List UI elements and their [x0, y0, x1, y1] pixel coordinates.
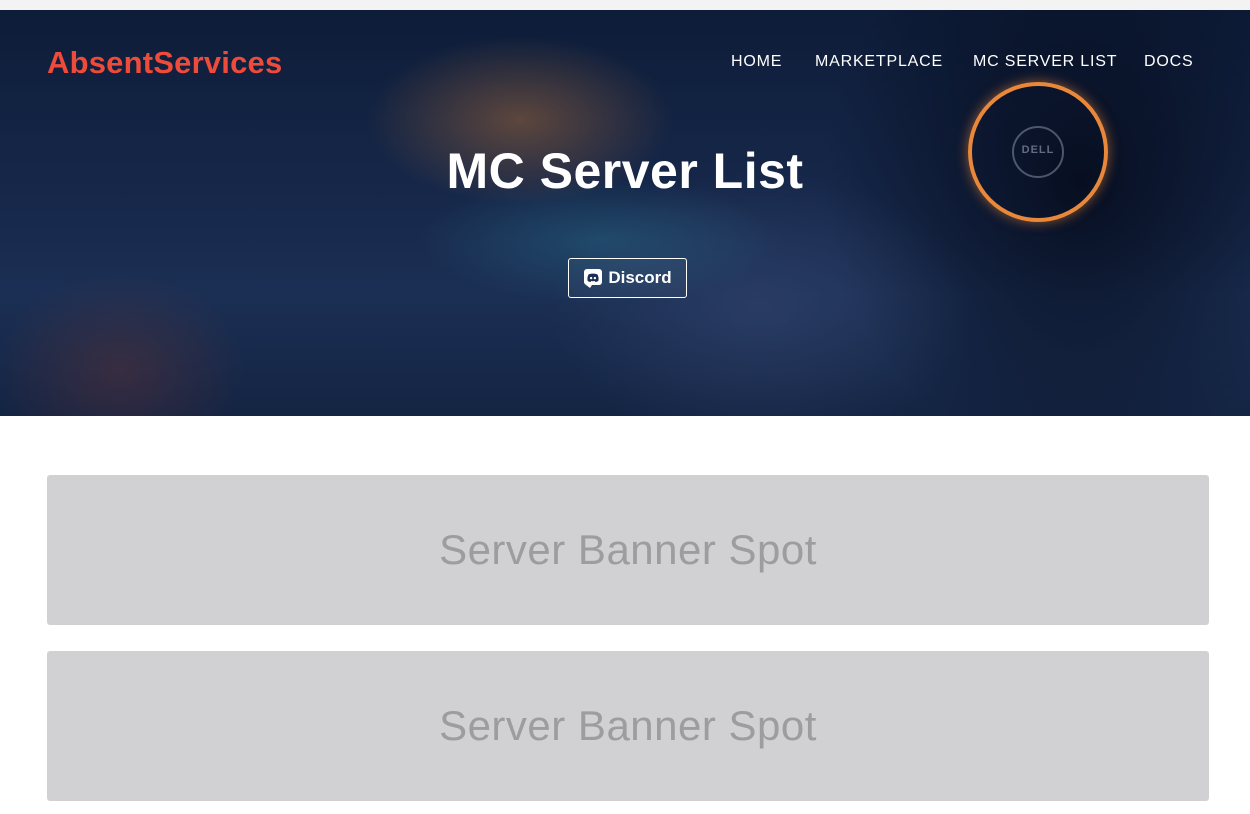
- nav-item-marketplace[interactable]: MARKETPLACE: [815, 53, 943, 71]
- discord-icon: [584, 269, 603, 288]
- server-banner-slot[interactable]: Server Banner Spot: [47, 651, 1209, 801]
- nav-item-docs[interactable]: DOCS: [1144, 53, 1193, 71]
- nav-item-home[interactable]: HOME: [731, 53, 782, 71]
- discord-button[interactable]: Discord: [568, 258, 687, 298]
- page-title: MC Server List: [446, 143, 804, 199]
- discord-button-label: Discord: [608, 268, 672, 287]
- server-banner-placeholder-text: Server Banner Spot: [439, 526, 817, 573]
- server-banner-placeholder-text: Server Banner Spot: [439, 702, 817, 749]
- browser-top-strip: [0, 0, 1250, 10]
- server-banner-slot[interactable]: Server Banner Spot: [47, 475, 1209, 625]
- nav-item-mc-server-list[interactable]: MC SERVER LIST: [973, 53, 1117, 71]
- main-navigation: HOME MARKETPLACE MC SERVER LIST DOCS: [0, 53, 1250, 75]
